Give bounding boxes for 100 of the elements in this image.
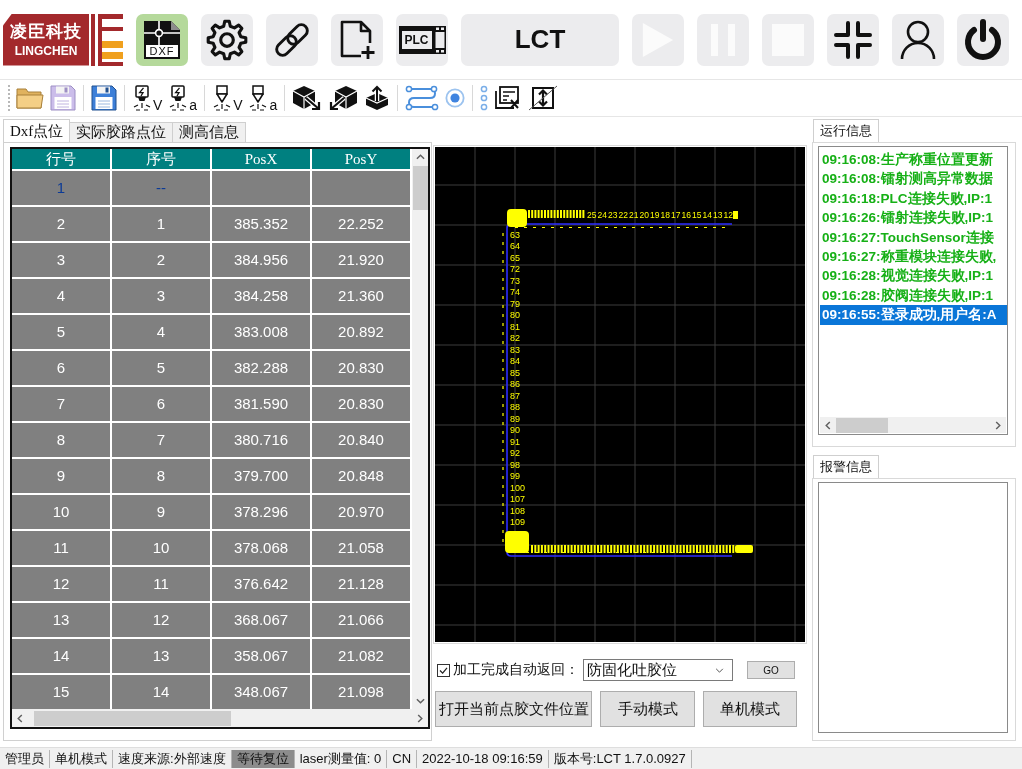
table-cell: 5 bbox=[12, 313, 112, 349]
log-entry[interactable]: 09:16:55:登录成功,用户名:A bbox=[820, 305, 1007, 325]
point-label: 22 bbox=[618, 210, 628, 220]
point-label: 109 bbox=[510, 517, 526, 527]
point-label: 92 bbox=[510, 448, 520, 459]
point-label: 74 bbox=[510, 287, 520, 298]
point-label: 79 bbox=[510, 298, 520, 309]
settings-button[interactable] bbox=[201, 13, 253, 66]
dxf-button[interactable]: DXF bbox=[136, 13, 188, 66]
return-position-dropdown[interactable]: 防固化吐胶位 bbox=[583, 659, 733, 681]
scrollbar-thumb[interactable] bbox=[412, 166, 428, 210]
status-item: 管理员 bbox=[0, 749, 50, 768]
table-cell: 8 bbox=[112, 457, 212, 493]
point-label: 63 bbox=[510, 230, 520, 240]
tab[interactable]: 测高信息 bbox=[172, 122, 247, 142]
open-file-location-button[interactable]: 打开当前点胶文件位置 bbox=[435, 691, 592, 727]
table-cell: 6 bbox=[112, 385, 212, 421]
table-cell: 7 bbox=[112, 421, 212, 457]
point-label: 81 bbox=[510, 321, 520, 332]
manual-mode-button[interactable]: 手动模式 bbox=[600, 691, 695, 727]
vertical-dots-icon bbox=[480, 85, 489, 111]
table-cell: 378.296 bbox=[212, 493, 312, 529]
checkmark-icon bbox=[439, 666, 448, 674]
caret-icon bbox=[715, 667, 724, 673]
auto-return-checkbox[interactable] bbox=[437, 663, 450, 677]
table-cell: 348.067 bbox=[212, 673, 312, 709]
new-file-button[interactable] bbox=[331, 13, 383, 66]
vertical-swap-icon bbox=[528, 85, 559, 111]
table-cell: 14 bbox=[112, 673, 212, 709]
laser-head-icon bbox=[132, 85, 152, 111]
power-button[interactable] bbox=[957, 13, 1009, 66]
link-button[interactable] bbox=[266, 13, 318, 66]
folder-icon bbox=[16, 86, 44, 110]
scroll-down-icon[interactable] bbox=[415, 698, 425, 704]
point-label: 73 bbox=[510, 275, 520, 286]
column-header: 行号 bbox=[12, 149, 112, 169]
nozzle-icon bbox=[248, 85, 269, 111]
table-cell: 1 bbox=[12, 169, 112, 205]
laser-button[interactable]: V bbox=[129, 83, 166, 113]
table-cell: 21.360 bbox=[312, 277, 412, 313]
scroll-left-icon[interactable] bbox=[17, 713, 23, 723]
column-header: 序号 bbox=[112, 149, 212, 169]
point-label: 12 bbox=[723, 210, 733, 220]
cube-arrow-icon bbox=[292, 85, 323, 111]
table-cell: 12 bbox=[12, 565, 112, 601]
table-cell: 383.008 bbox=[212, 313, 312, 349]
scroll-right-icon[interactable] bbox=[995, 420, 1001, 430]
column-header: PosX bbox=[212, 149, 312, 169]
table-cell: 11 bbox=[112, 565, 212, 601]
laser-head-icon bbox=[168, 85, 189, 111]
tab[interactable]: 运行信息 bbox=[813, 119, 879, 142]
point-label: 23 bbox=[608, 210, 618, 220]
plc-button[interactable]: PLC bbox=[396, 13, 448, 66]
table-cell: 381.590 bbox=[212, 385, 312, 421]
laser-button[interactable]: a bbox=[165, 83, 201, 113]
table-cell: 10 bbox=[112, 529, 212, 565]
table-cell: 376.642 bbox=[212, 565, 312, 601]
app-name-button[interactable]: LCT bbox=[461, 13, 619, 66]
point-label: 83 bbox=[510, 344, 520, 355]
table-cell: 22.252 bbox=[312, 205, 412, 241]
scroll-up-icon[interactable] bbox=[415, 154, 425, 160]
nozzle-button[interactable]: V bbox=[209, 83, 246, 113]
table-cell: 3 bbox=[112, 277, 212, 313]
standalone-mode-button[interactable]: 单机模式 bbox=[703, 691, 797, 727]
table-cell: 380.716 bbox=[212, 421, 312, 457]
table-cell: 21.098 bbox=[312, 673, 412, 709]
table-cell: 13 bbox=[112, 637, 212, 673]
table-cell: 21.066 bbox=[312, 601, 412, 637]
table-cell: 2 bbox=[12, 205, 112, 241]
table-cell: 21.058 bbox=[312, 529, 412, 565]
point-label: 107 bbox=[510, 494, 526, 505]
nozzle-button[interactable]: a bbox=[245, 83, 281, 113]
status-item: 单机模式 bbox=[50, 749, 113, 768]
go-button[interactable]: GO bbox=[747, 661, 795, 679]
table-cell: 378.068 bbox=[212, 529, 312, 565]
table-cell: 13 bbox=[12, 601, 112, 637]
table-cell: 20.970 bbox=[312, 493, 412, 529]
auto-return-label: 加工完成自动返回： bbox=[453, 661, 579, 679]
tab[interactable]: Dxf点位 bbox=[3, 119, 71, 142]
point-label: 72 bbox=[510, 264, 520, 275]
point-label: 18 bbox=[660, 210, 670, 220]
collapse-button[interactable] bbox=[827, 13, 879, 66]
table-cell: 384.258 bbox=[212, 277, 312, 313]
point-label: 100 bbox=[510, 482, 526, 493]
user-button[interactable] bbox=[892, 13, 944, 66]
scrollbar-thumb[interactable] bbox=[836, 417, 888, 433]
save-button[interactable] bbox=[88, 83, 120, 113]
table-cell: 20.830 bbox=[312, 349, 412, 385]
scroll-right-icon[interactable] bbox=[417, 713, 423, 723]
table-cell: 10 bbox=[12, 493, 112, 529]
point-label: 99 bbox=[510, 471, 520, 482]
tab[interactable]: 实际胶路点位 bbox=[69, 122, 174, 142]
point-label: 80 bbox=[510, 310, 520, 321]
point-label: 88 bbox=[510, 402, 520, 413]
table-cell: 4 bbox=[12, 277, 112, 313]
table-cell: 9 bbox=[12, 457, 112, 493]
point-label: 25 bbox=[587, 210, 597, 220]
scrollbar-thumb[interactable] bbox=[34, 710, 231, 726]
tab[interactable]: 报警信息 bbox=[813, 455, 879, 478]
scroll-left-icon[interactable] bbox=[825, 420, 831, 430]
